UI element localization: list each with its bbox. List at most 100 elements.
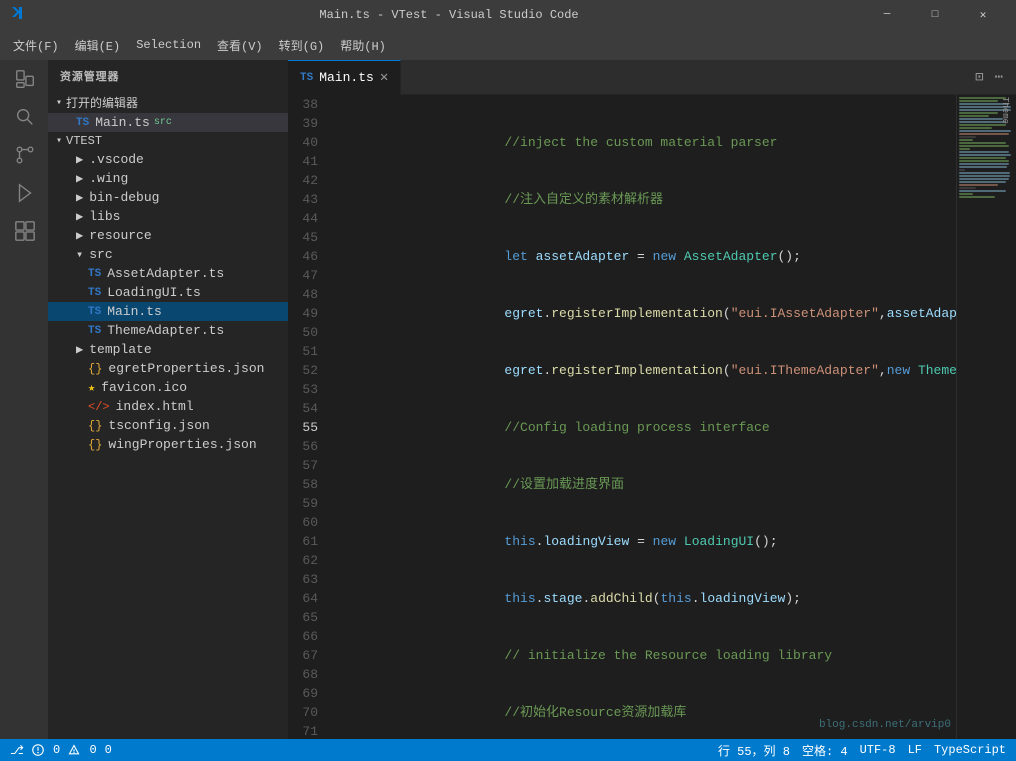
folder-icon: ▶ [76, 152, 83, 167]
open-editors-section[interactable]: ▾ 打开的编辑器 [48, 92, 288, 113]
line-number: 66 [288, 627, 328, 646]
status-left: ⎇ 0 0 0 [10, 743, 112, 758]
info-count[interactable]: 0 [105, 743, 112, 757]
file-favicon[interactable]: ★ favicon.ico [48, 378, 288, 397]
activity-explorer[interactable] [10, 65, 38, 93]
file-name: favicon.ico [101, 380, 187, 395]
sidebar-header: 资源管理器 [48, 60, 288, 92]
menu-view[interactable]: 查看(V) [209, 33, 271, 58]
activity-extensions[interactable] [10, 217, 38, 245]
code-line-47: // initialize the Resource loading libra… [346, 646, 956, 665]
status-right: 行 55，列 8 空格: 4 UTF-8 LF TypeScript [718, 742, 1006, 759]
line-number: 67 [288, 646, 328, 665]
menu-edit[interactable]: 编辑(E) [67, 33, 129, 58]
line-ending[interactable]: LF [908, 743, 922, 757]
folder-wing[interactable]: ▶ .wing [48, 169, 288, 188]
warning-count[interactable]: 0 [68, 743, 96, 757]
code-line-46: this.stage.addChild(this.loadingView); [346, 589, 956, 608]
editor-content[interactable]: 38 39 40 41 42 43 44 45 46 47 48 49 50 5… [288, 95, 1016, 739]
file-egret-properties[interactable]: {} egretProperties.json [48, 359, 288, 378]
project-section[interactable]: ▾ VTEST [48, 132, 288, 150]
folder-icon: ▶ [76, 342, 83, 357]
menu-selection[interactable]: Selection [128, 34, 209, 56]
line-number: 45 [288, 228, 328, 247]
folder-src[interactable]: ▾ src [48, 245, 288, 264]
activity-debug[interactable] [10, 179, 38, 207]
folder-template[interactable]: ▶ template [48, 340, 288, 359]
file-tsconfig[interactable]: {} tsconfig.json [48, 416, 288, 435]
line-number: 71 [288, 722, 328, 739]
cursor-position[interactable]: 行 55，列 8 [718, 742, 790, 759]
code-line-39: //注入自定义的素材解析器 [346, 190, 956, 209]
main-area: 资源管理器 ▾ 打开的编辑器 TS Main.ts src ▾ VTEST ▶ … [0, 60, 1016, 739]
ts-file-icon: TS [88, 325, 101, 337]
file-asset-adapter[interactable]: TS AssetAdapter.ts [48, 264, 288, 283]
code-line-45: this.loadingView = new LoadingUI(); [346, 532, 956, 551]
folder-libs[interactable]: ▶ libs [48, 207, 288, 226]
line-number: 58 [288, 475, 328, 494]
folder-icon: ▶ [76, 190, 83, 205]
activity-source-control[interactable] [10, 141, 38, 169]
file-index-html[interactable]: </> index.html [48, 397, 288, 416]
chevron-down-icon: ▾ [56, 97, 62, 109]
folder-name: resource [89, 228, 151, 243]
menu-goto[interactable]: 转到(G) [271, 33, 333, 58]
line-number: 39 [288, 114, 328, 133]
indent-size[interactable]: 空格: 4 [802, 742, 848, 759]
line-numbers: 38 39 40 41 42 43 44 45 46 47 48 49 50 5… [288, 95, 336, 739]
code-line-42: egret.registerImplementation("eui.ITheme… [346, 361, 956, 380]
tab-main-ts[interactable]: TS Main.ts ✕ [288, 60, 401, 95]
minimize-button[interactable]: ─ [864, 0, 910, 30]
open-file-name: Main.ts [95, 115, 150, 130]
activity-search[interactable] [10, 103, 38, 131]
folder-icon: ▶ [76, 209, 83, 224]
error-count[interactable]: 0 [32, 743, 60, 757]
window-controls: ─ □ ✕ [864, 0, 1006, 30]
project-name: VTEST [66, 134, 102, 148]
file-theme-adapter[interactable]: TS ThemeAdapter.ts [48, 321, 288, 340]
status-bar: ⎇ 0 0 0 行 55，列 8 空格: 4 UTF-8 LF TypeScri… [0, 739, 1016, 761]
source-control-status[interactable]: ⎇ [10, 743, 24, 758]
json-file-icon: {} [88, 438, 102, 452]
line-number: 49 [288, 304, 328, 323]
tab-close-button[interactable]: ✕ [380, 69, 388, 86]
menu-file[interactable]: 文件(F) [5, 33, 67, 58]
folder-icon: ▶ [76, 228, 83, 243]
folder-bin-debug[interactable]: ▶ bin-debug [48, 188, 288, 207]
line-number: 46 [288, 247, 328, 266]
more-actions-button[interactable]: ⋯ [992, 66, 1006, 89]
line-number: 40 [288, 133, 328, 152]
folder-resource[interactable]: ▶ resource [48, 226, 288, 245]
line-number: 53 [288, 380, 328, 399]
line-number: 43 [288, 190, 328, 209]
maximize-button[interactable]: □ [912, 0, 958, 30]
close-button[interactable]: ✕ [960, 0, 1006, 30]
code-area[interactable]: //inject the custom material parser //注入… [336, 95, 956, 739]
open-file-main-ts[interactable]: TS Main.ts src [48, 113, 288, 132]
language-mode[interactable]: TypeScript [934, 743, 1006, 757]
encoding[interactable]: UTF-8 [860, 743, 896, 757]
activity-bar [0, 60, 48, 739]
code-line-38: //inject the custom material parser [346, 133, 956, 152]
file-wing-properties[interactable]: {} wingProperties.json [48, 435, 288, 454]
line-number: 52 [288, 361, 328, 380]
folder-name: src [89, 247, 112, 262]
line-number: 64 [288, 589, 328, 608]
line-number: 51 [288, 342, 328, 361]
split-editor-button[interactable]: ⊡ [972, 66, 986, 89]
code-line-43: //Config loading process interface [346, 418, 956, 437]
folder-vscode[interactable]: ▶ .vscode [48, 150, 288, 169]
line-number: 56 [288, 437, 328, 456]
folder-name: .vscode [89, 152, 144, 167]
editor-area: TS Main.ts ✕ ⊡ ⋯ 38 39 40 41 42 43 44 45… [288, 60, 1016, 739]
file-loading-ui[interactable]: TS LoadingUI.ts [48, 283, 288, 302]
menu-help[interactable]: 帮助(H) [332, 33, 394, 58]
title-bar: Main.ts - VTest - Visual Studio Code ─ □… [0, 0, 1016, 30]
file-main-ts[interactable]: TS Main.ts [48, 302, 288, 321]
file-name: AssetAdapter.ts [107, 266, 224, 281]
ts-icon: TS [76, 117, 89, 129]
folder-icon: ▶ [76, 171, 83, 186]
folder-open-icon: ▾ [76, 247, 83, 262]
app-icon [10, 5, 26, 25]
watermark: blog.csdn.net/arvip0 [819, 719, 951, 731]
